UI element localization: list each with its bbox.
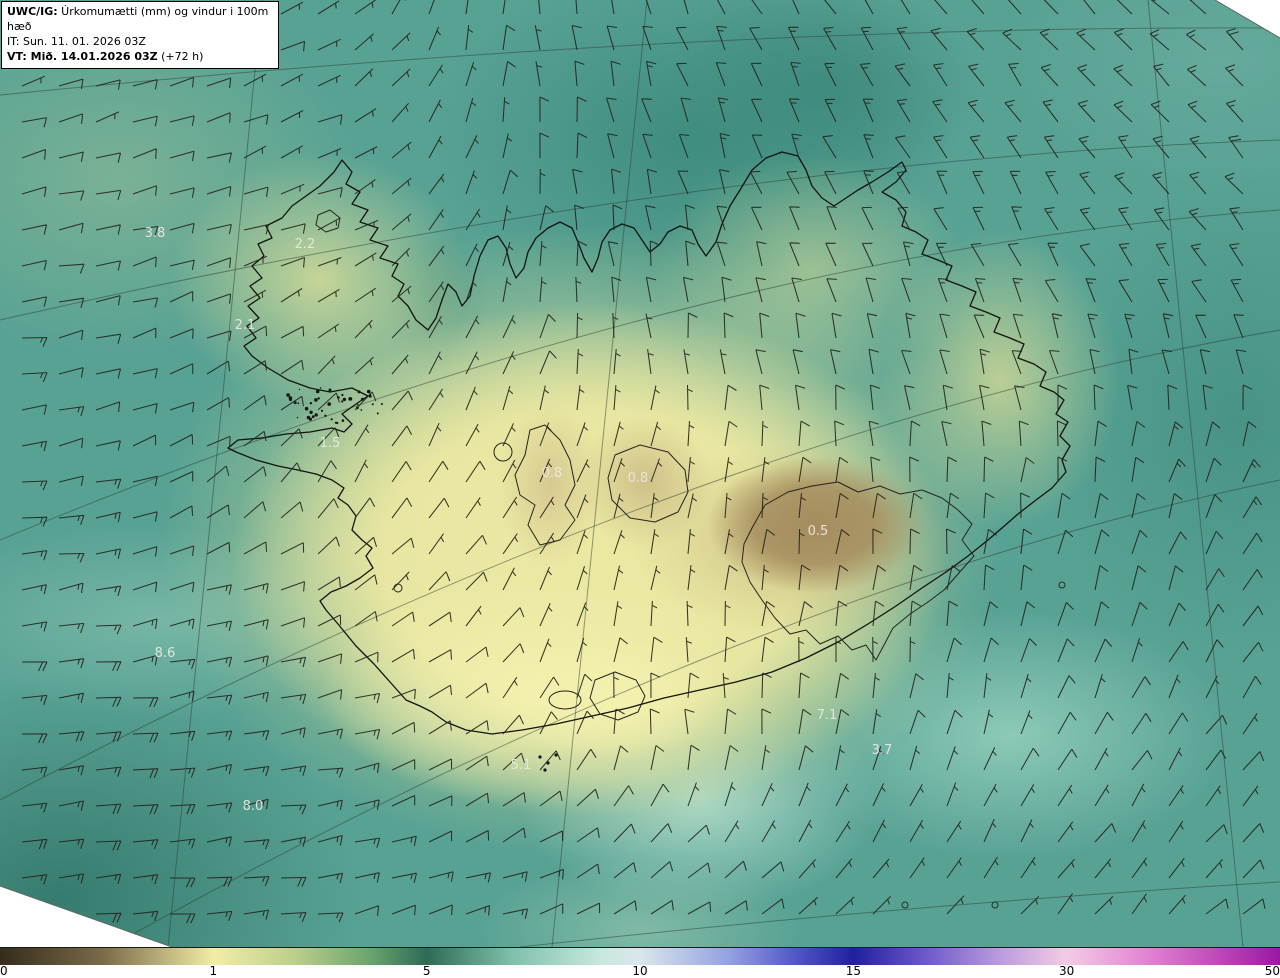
wind-barbs-layer — [21, 0, 1266, 924]
precip-value-label: 2.2 — [295, 237, 316, 252]
precip-value-label: 0.5 — [808, 524, 829, 539]
colorbar-gradient — [0, 947, 1280, 965]
precip-value-label: 8.6 — [155, 646, 176, 661]
colorbar-tick-label: 50 — [1264, 964, 1280, 978]
precip-value-label: 5.1 — [511, 758, 532, 773]
precip-value-label: 3.7 — [872, 743, 893, 758]
colorbar-tick-label: 1 — [209, 964, 218, 978]
colorbar-tick-label: 15 — [845, 964, 861, 978]
title-box: UWC/IG: Úrkomumætti (mm) og vindur i 100… — [1, 1, 279, 70]
colorbar-tick-label: 0 — [0, 964, 8, 978]
weather-map-screenshot: 3.8 2.2 2.1 1.5 0.8 0.8 0.5 8.6 5.1 7.1 3.7 8.0 UWC… — [0, 0, 1280, 978]
precip-value-label: 8.0 — [243, 799, 264, 814]
precip-value-label: 1.5 — [320, 436, 341, 451]
model-id: UWC/IG: — [7, 5, 58, 18]
precip-value-labels: 3.8 2.2 2.1 1.5 0.8 0.8 0.5 8.6 5.1 7.1 3.7 8.0 — [145, 226, 893, 814]
weather-map-canvas: 3.8 2.2 2.1 1.5 0.8 0.8 0.5 8.6 5.1 7.1 3.7 8.0 UWC… — [0, 0, 1280, 947]
precip-value-label: 2.1 — [235, 318, 256, 333]
colorbar-tick-row: 0 1 5 10 15 30 50 — [0, 964, 1280, 978]
precip-value-label: 7.1 — [817, 708, 838, 723]
glacier-outlines — [315, 209, 975, 721]
valid-time: VT: Mið. 14.01.2026 03Z (+72 h) — [7, 49, 204, 63]
colorbar: 0 1 5 10 15 30 50 — [0, 947, 1280, 978]
precip-value-label: 0.8 — [628, 471, 649, 486]
coastline-iceland — [227, 151, 1071, 735]
init-time: IT: Sun. 11. 01. 2026 03Z — [7, 34, 146, 48]
precip-value-label: 0.8 — [542, 466, 563, 481]
forecast-title: UWC/IG: Úrkomumætti (mm) og vindur i 100… — [7, 5, 269, 33]
colorbar-tick-label: 5 — [422, 964, 431, 978]
map-overlay-svg: 3.8 2.2 2.1 1.5 0.8 0.8 0.5 8.6 5.1 7.1 3.7 8.0 — [0, 0, 1280, 947]
colorbar-tick-label: 30 — [1059, 964, 1075, 978]
colorbar-tick-label: 10 — [632, 964, 648, 978]
precip-value-label: 3.8 — [145, 226, 166, 241]
